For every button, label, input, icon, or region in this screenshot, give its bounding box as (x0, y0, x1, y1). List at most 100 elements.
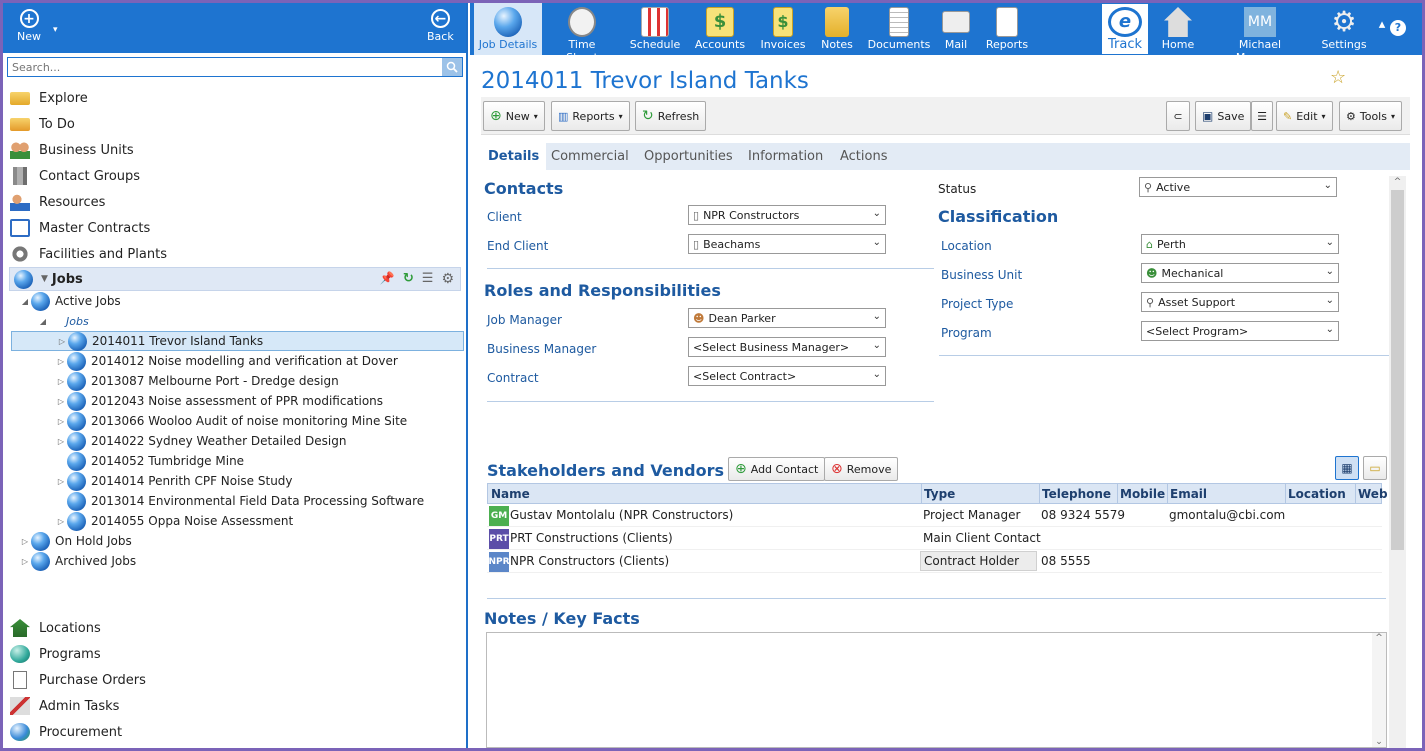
tab-reports[interactable]: Reports (982, 3, 1032, 55)
tree-job-item[interactable]: 2014052 Tumbridge Mine (3, 451, 466, 471)
attach-button[interactable]: ⊂ (1166, 101, 1190, 131)
scroll-up-icon[interactable]: ^ (1372, 633, 1386, 643)
nav-explore[interactable]: Explore (3, 85, 466, 111)
tree-job-item[interactable]: ▷ 2012043 Noise assessment of PPR modifi… (3, 391, 466, 411)
expanded-arrow-icon[interactable]: ◢ (37, 317, 49, 326)
expand-arrow-icon[interactable]: ▷ (55, 517, 67, 526)
expand-arrow-icon[interactable]: ▷ (55, 417, 67, 426)
table-row[interactable]: PRT PRT Constructions (Clients) Main Cli… (487, 527, 1382, 550)
tab-job-details[interactable]: Job Details (474, 3, 542, 55)
refresh-icon[interactable]: ↻ (403, 271, 414, 287)
tree-node-active-jobs[interactable]: ◢ Active Jobs (3, 291, 466, 311)
scroll-up-icon[interactable]: ^ (1389, 176, 1406, 188)
collapse-icon[interactable]: ▼ (41, 274, 48, 284)
nav-facilities[interactable]: Facilities and Plants (3, 241, 466, 267)
new-record-button[interactable]: ⊕ New ▾ (483, 101, 545, 131)
tree-node-jobs[interactable]: ◢ Jobs (3, 311, 466, 331)
expanded-arrow-icon[interactable]: ◢ (19, 297, 31, 306)
tab-details[interactable]: Details (481, 143, 547, 170)
business-manager-select[interactable]: <Select Business Manager> ⌄ (688, 337, 886, 357)
edit-button[interactable]: ✎ Edit ▾ (1276, 101, 1333, 131)
refresh-button[interactable]: ↻ Refresh (635, 101, 707, 131)
scroll-thumb[interactable] (1391, 190, 1404, 550)
nav-master-contracts[interactable]: Master Contracts (3, 215, 466, 241)
tree-job-item[interactable]: ▷ 2014012 Noise modelling and verificati… (3, 351, 466, 371)
nav-admin-tasks[interactable]: Admin Tasks (3, 693, 466, 719)
nav-to-do[interactable]: To Do (3, 111, 466, 137)
new-button[interactable]: + New (17, 9, 41, 43)
favourite-star-icon[interactable]: ☆ (1330, 67, 1346, 88)
back-button[interactable]: ← Back (427, 9, 454, 43)
settings-button[interactable]: ⚙ Settings (1320, 3, 1368, 55)
tab-opportunities[interactable]: Opportunities (637, 143, 740, 170)
tab-information[interactable]: Information (741, 143, 830, 170)
expand-arrow-icon[interactable]: ▷ (55, 377, 67, 386)
tab-mail[interactable]: Mail (936, 3, 976, 55)
expand-arrow-icon[interactable]: ▷ (55, 437, 67, 446)
expand-arrow-icon[interactable]: ▷ (55, 357, 67, 366)
tree-job-item[interactable]: ▷ 2014022 Sydney Weather Detailed Design (3, 431, 466, 451)
jobs-section-header[interactable]: ▼ Jobs 📌 ↻ ☰ ⚙ (9, 267, 461, 291)
tree-job-item[interactable]: ▷ 2014011 Trevor Island Tanks (11, 331, 464, 351)
project-type-select[interactable]: ⚲ Asset Support ⌄ (1141, 292, 1339, 312)
list-icon[interactable]: ☰ (422, 271, 434, 287)
tools-button[interactable]: ⚙ Tools ▾ (1339, 101, 1402, 131)
search-icon[interactable] (442, 58, 462, 76)
new-dropdown-icon[interactable]: ▾ (53, 25, 58, 35)
col-telephone[interactable]: Telephone (1042, 487, 1111, 501)
tab-time-sheet[interactable]: Time Sheet (552, 3, 612, 64)
tree-job-item[interactable]: ▷ 2014055 Oppa Noise Assessment (3, 511, 466, 531)
nav-programs[interactable]: Programs (3, 641, 466, 667)
col-mobile[interactable]: Mobile (1120, 487, 1165, 501)
col-name[interactable]: Name (491, 487, 530, 501)
nav-resources[interactable]: Resources (3, 189, 466, 215)
expand-arrow-icon[interactable]: ▷ (55, 477, 67, 486)
card-view-button[interactable]: ▭ (1363, 456, 1387, 480)
business-unit-select[interactable]: ☻ Mechanical ⌄ (1141, 263, 1339, 283)
contract-select[interactable]: <Select Contract> ⌄ (688, 366, 886, 386)
layout-button[interactable]: ☰ (1251, 101, 1273, 131)
content-scrollbar[interactable]: ^ (1389, 176, 1406, 748)
end-client-select[interactable]: ▯ Beachams ⌄ (688, 234, 886, 254)
tab-documents[interactable]: Documents (867, 3, 931, 55)
tree-job-item[interactable]: ▷ 2013087 Melbourne Port - Dredge design (3, 371, 466, 391)
table-row[interactable]: GM Gustav Montolalu (NPR Constructors) P… (487, 504, 1382, 527)
home-button[interactable]: Home (1156, 3, 1200, 55)
client-select[interactable]: ▯ NPR Constructors ⌄ (688, 205, 886, 225)
expand-arrow-icon[interactable]: ▷ (55, 397, 67, 406)
tab-commercial[interactable]: Commercial (544, 143, 636, 170)
grid-view-button[interactable]: ▦ (1335, 456, 1359, 480)
user-menu[interactable]: MM Michael Manager (1214, 3, 1306, 64)
nav-purchase-orders[interactable]: Purchase Orders (3, 667, 466, 693)
table-row[interactable]: NPR NPR Constructors (Clients) Contract … (487, 550, 1382, 573)
tree-job-item[interactable]: 2013014 Environmental Field Data Process… (3, 491, 466, 511)
add-contact-button[interactable]: ⊕ Add Contact (728, 457, 826, 481)
tree-job-item[interactable]: ▷ 2014014 Penrith CPF Noise Study (3, 471, 466, 491)
col-type[interactable]: Type (924, 487, 955, 501)
notes-scrollbar[interactable]: ^ ⌄ (1372, 633, 1386, 747)
track-logo[interactable]: e Track (1101, 3, 1149, 55)
reports-button[interactable]: ▥ Reports ▾ (551, 101, 630, 131)
expand-arrow-icon[interactable]: ▷ (19, 537, 31, 546)
location-select[interactable]: ⌂ Perth ⌄ (1141, 234, 1339, 254)
pin-icon[interactable]: 📌 (380, 271, 395, 287)
remove-button[interactable]: ⊗ Remove (824, 457, 899, 481)
program-select[interactable]: <Select Program> ⌄ (1141, 321, 1339, 341)
nav-business-units[interactable]: Business Units (3, 137, 466, 163)
save-button[interactable]: ▣ Save (1195, 101, 1252, 131)
tree-job-item[interactable]: ▷ 2013066 Wooloo Audit of noise monitori… (3, 411, 466, 431)
col-email[interactable]: Email (1170, 487, 1207, 501)
scroll-down-icon[interactable]: ⌄ (1372, 737, 1386, 747)
tab-accounts[interactable]: $ Accounts (690, 3, 750, 55)
tab-schedule[interactable]: Schedule (625, 3, 685, 55)
help-chevron-icon[interactable]: ▴ (1372, 17, 1392, 37)
tab-notes[interactable]: Notes (817, 3, 857, 55)
nav-locations[interactable]: Locations (3, 615, 466, 641)
tab-actions[interactable]: Actions (833, 143, 895, 170)
search-input[interactable] (8, 58, 438, 76)
expand-arrow-icon[interactable]: ▷ (56, 337, 68, 346)
expand-arrow-icon[interactable]: ▷ (19, 557, 31, 566)
col-location[interactable]: Location (1288, 487, 1346, 501)
job-manager-select[interactable]: ☻ Dean Parker ⌄ (688, 308, 886, 328)
tab-invoices[interactable]: $ Invoices (755, 3, 811, 55)
